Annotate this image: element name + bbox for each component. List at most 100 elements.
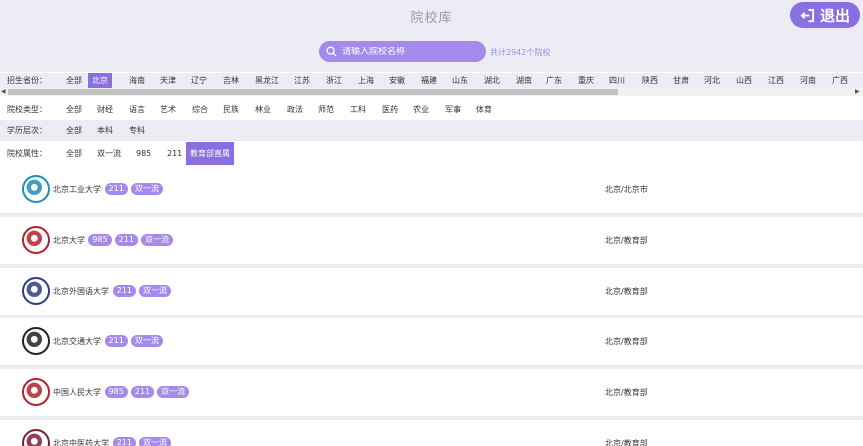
province-option[interactable]: 天津 (156, 73, 180, 88)
tag-badge: 双一流 (138, 437, 171, 446)
scrollbar-thumb[interactable] (8, 89, 618, 95)
type-option[interactable]: 林业 (251, 102, 275, 117)
level-filter-label: 学历层次： (7, 126, 47, 135)
province-option[interactable]: 河北 (700, 73, 724, 88)
tag-badge: 211 (130, 386, 155, 398)
university-tags: 211 双一流 (104, 183, 163, 195)
search-box[interactable] (319, 41, 486, 62)
level-option[interactable]: 全部 (62, 123, 86, 138)
university-location: 北京/教育部 (605, 236, 648, 245)
logout-icon (800, 8, 815, 22)
type-option[interactable]: 艺术 (156, 102, 180, 117)
type-option[interactable]: 语言 (125, 102, 149, 117)
type-option[interactable]: 农业 (409, 102, 433, 117)
province-option[interactable]: 辽宁 (187, 73, 211, 88)
university-card[interactable]: 北京大学 985 211 双一流 北京/教育部 (0, 217, 863, 264)
type-option[interactable]: 师范 (314, 102, 338, 117)
result-count: 共计2942个院校 (490, 48, 551, 57)
tag-badge: 双一流 (130, 335, 163, 347)
university-name[interactable]: 北京工业大学 (53, 184, 101, 195)
province-option[interactable]: 江苏 (290, 73, 314, 88)
level-option[interactable]: 专科 (125, 123, 149, 138)
level-filter: 学历层次： 全部 本科 专科 (0, 120, 863, 141)
search-icon (326, 46, 337, 57)
province-option[interactable]: 陕西 (638, 73, 662, 88)
province-option[interactable]: 黑龙江 (251, 73, 283, 88)
university-card[interactable]: 北京工业大学 211 双一流 北京/北京市 (0, 166, 863, 213)
province-option[interactable]: 广西 (828, 73, 852, 88)
scroll-right-icon[interactable]: ▶ (855, 89, 860, 95)
province-option[interactable]: 湖南 (512, 73, 536, 88)
province-option[interactable]: 北京 (88, 73, 112, 88)
tag-badge: 211 (114, 234, 138, 246)
tag-badge: 985 (104, 386, 128, 398)
page-title: 院校库 (410, 11, 453, 26)
type-option[interactable]: 工科 (346, 102, 370, 117)
attribute-option[interactable]: 教育部直属 (186, 142, 234, 165)
university-location: 北京/教育部 (605, 287, 648, 296)
tag-badge: 双一流 (140, 234, 173, 246)
bjut-emblem-icon (22, 175, 50, 203)
province-option[interactable]: 山西 (732, 73, 756, 88)
university-location: 北京/教育部 (605, 439, 648, 446)
type-option[interactable]: 全部 (62, 102, 86, 117)
type-filter-label: 院校类型： (7, 104, 47, 114)
university-list: 北京工业大学 211 双一流 北京/北京市 北京大学 985 211 双一流 北京/教育部 北京外… (0, 166, 863, 446)
attribute-option[interactable]: 全部 (62, 146, 86, 161)
province-option[interactable]: 四川 (605, 73, 629, 88)
attribute-filter-label: 院校属性： (7, 149, 47, 158)
province-option[interactable]: 重庆 (574, 73, 598, 88)
province-option[interactable]: 吉林 (219, 73, 243, 88)
attribute-option[interactable]: 211 (163, 146, 186, 161)
province-option[interactable]: 河南 (796, 73, 820, 88)
province-option[interactable]: 湖北 (480, 73, 504, 88)
university-card[interactable]: 北京交通大学 211 双一流 北京/教育部 (0, 318, 863, 365)
province-option[interactable]: 上海 (354, 73, 378, 88)
university-tags: 985 211 双一流 (88, 234, 173, 246)
province-option[interactable]: 福建 (417, 73, 441, 88)
tag-badge: 双一流 (130, 183, 163, 195)
header-bar: 院校库 退出 (0, 0, 863, 30)
university-tags: 211 双一流 (112, 437, 171, 446)
tag-badge: 211 (112, 437, 136, 446)
university-name[interactable]: 北京外国语大学 (53, 286, 109, 297)
bjtu-emblem-icon (22, 327, 50, 355)
type-option[interactable]: 医药 (378, 102, 402, 117)
university-location: 北京/北京市 (605, 185, 648, 194)
search-row: 共计2942个院校 (0, 30, 863, 72)
level-option[interactable]: 本科 (93, 123, 117, 138)
university-card[interactable]: 北京中医药大学 211 双一流 北京/教育部 (0, 420, 863, 446)
university-name[interactable]: 北京大学 (53, 235, 85, 246)
attribute-option[interactable]: 双一流 (93, 146, 125, 161)
province-option[interactable]: 江西 (764, 73, 788, 88)
type-filter: 院校类型： 全部 财经 语言 艺术 综合 民族 林业 政法 师范 工科 医药 农业 军事 体育 (0, 99, 863, 119)
university-name[interactable]: 北京中医药大学 (53, 438, 109, 446)
attribute-option[interactable]: 985 (132, 146, 155, 161)
university-tags: 985 211 双一流 (104, 386, 190, 398)
university-name[interactable]: 北京交通大学 (53, 336, 101, 347)
bucm-emblem-icon (22, 429, 50, 446)
type-option[interactable]: 财经 (93, 102, 117, 117)
province-scrollbar[interactable]: ◀ ▶ (0, 88, 863, 96)
province-option[interactable]: 全部 (62, 73, 86, 88)
university-card[interactable]: 中国人民大学 985 211 双一流 北京/教育部 (0, 369, 863, 416)
type-option[interactable]: 军事 (441, 102, 465, 117)
logout-button[interactable]: 退出 (790, 2, 860, 28)
province-option[interactable]: 山东 (448, 73, 472, 88)
province-option[interactable]: 甘肃 (669, 73, 693, 88)
type-option[interactable]: 综合 (188, 102, 212, 117)
scroll-left-icon[interactable]: ◀ (1, 89, 6, 95)
type-option[interactable]: 民族 (219, 102, 243, 117)
province-option[interactable]: 浙江 (322, 73, 346, 88)
university-card[interactable]: 北京外国语大学 211 双一流 北京/教育部 (0, 268, 863, 315)
province-option[interactable]: 安徽 (385, 73, 409, 88)
tag-badge: 211 (104, 335, 128, 347)
ruc-emblem-icon (22, 378, 50, 406)
university-name[interactable]: 中国人民大学 (53, 387, 101, 398)
province-filter: 招生省份： 全部 北京 海南 天津 辽宁 吉林 黑龙江 江苏 浙江 上海 安徽 福建 山东 湖北 湖南 广东重… (0, 73, 863, 88)
province-option[interactable]: 广东 (542, 73, 566, 88)
search-input[interactable] (342, 46, 472, 57)
type-option[interactable]: 政法 (283, 102, 307, 117)
type-option[interactable]: 体育 (472, 102, 496, 117)
province-option[interactable]: 海南 (125, 73, 149, 88)
